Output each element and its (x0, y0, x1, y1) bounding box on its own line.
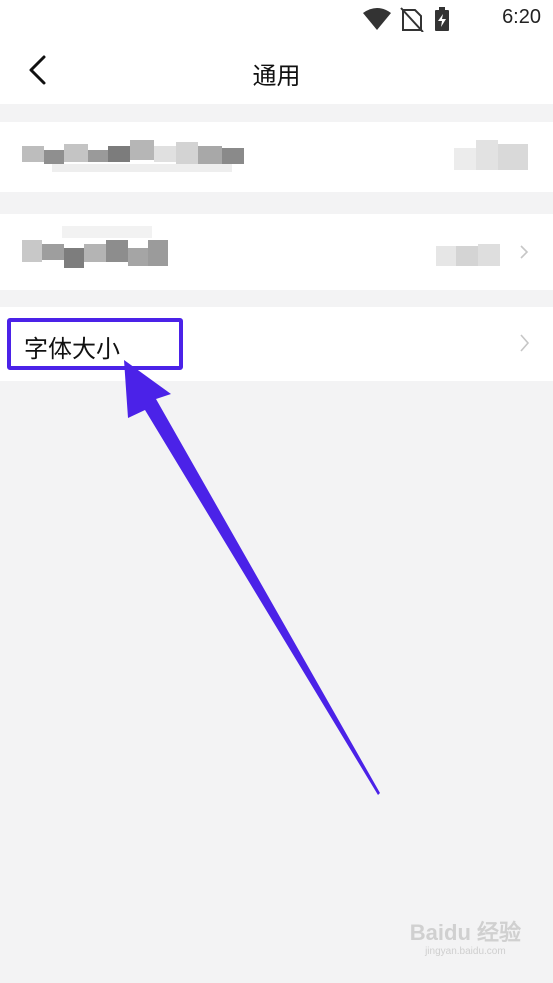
watermark: Baidu 经验 jingyan.baidu.com (410, 922, 521, 957)
battery-charging-icon (435, 7, 449, 31)
status-bar: 6:20 (0, 0, 553, 38)
pixelated-value (454, 140, 528, 170)
status-icons (361, 6, 481, 33)
pixelated-label (22, 226, 168, 268)
chevron-right-icon (520, 334, 530, 352)
chevron-right-icon (520, 245, 529, 259)
page-title: 通用 (252, 62, 301, 90)
font-size-label: 字体大小 (24, 335, 120, 363)
settings-row-font-size[interactable]: 字体大小 (0, 307, 553, 381)
watermark-url: jingyan.baidu.com (425, 946, 506, 957)
wifi-icon (363, 8, 391, 30)
settings-row-obscured-1[interactable] (0, 122, 553, 192)
settings-row-obscured-2[interactable] (0, 214, 553, 290)
no-sim-icon (400, 7, 424, 33)
status-time: 6:20 (502, 6, 541, 28)
nav-bar: 通用 (0, 38, 553, 104)
watermark-brand: Baidu 经验 (409, 920, 521, 945)
pixelated-label (22, 140, 244, 172)
pixelated-value (436, 244, 500, 266)
